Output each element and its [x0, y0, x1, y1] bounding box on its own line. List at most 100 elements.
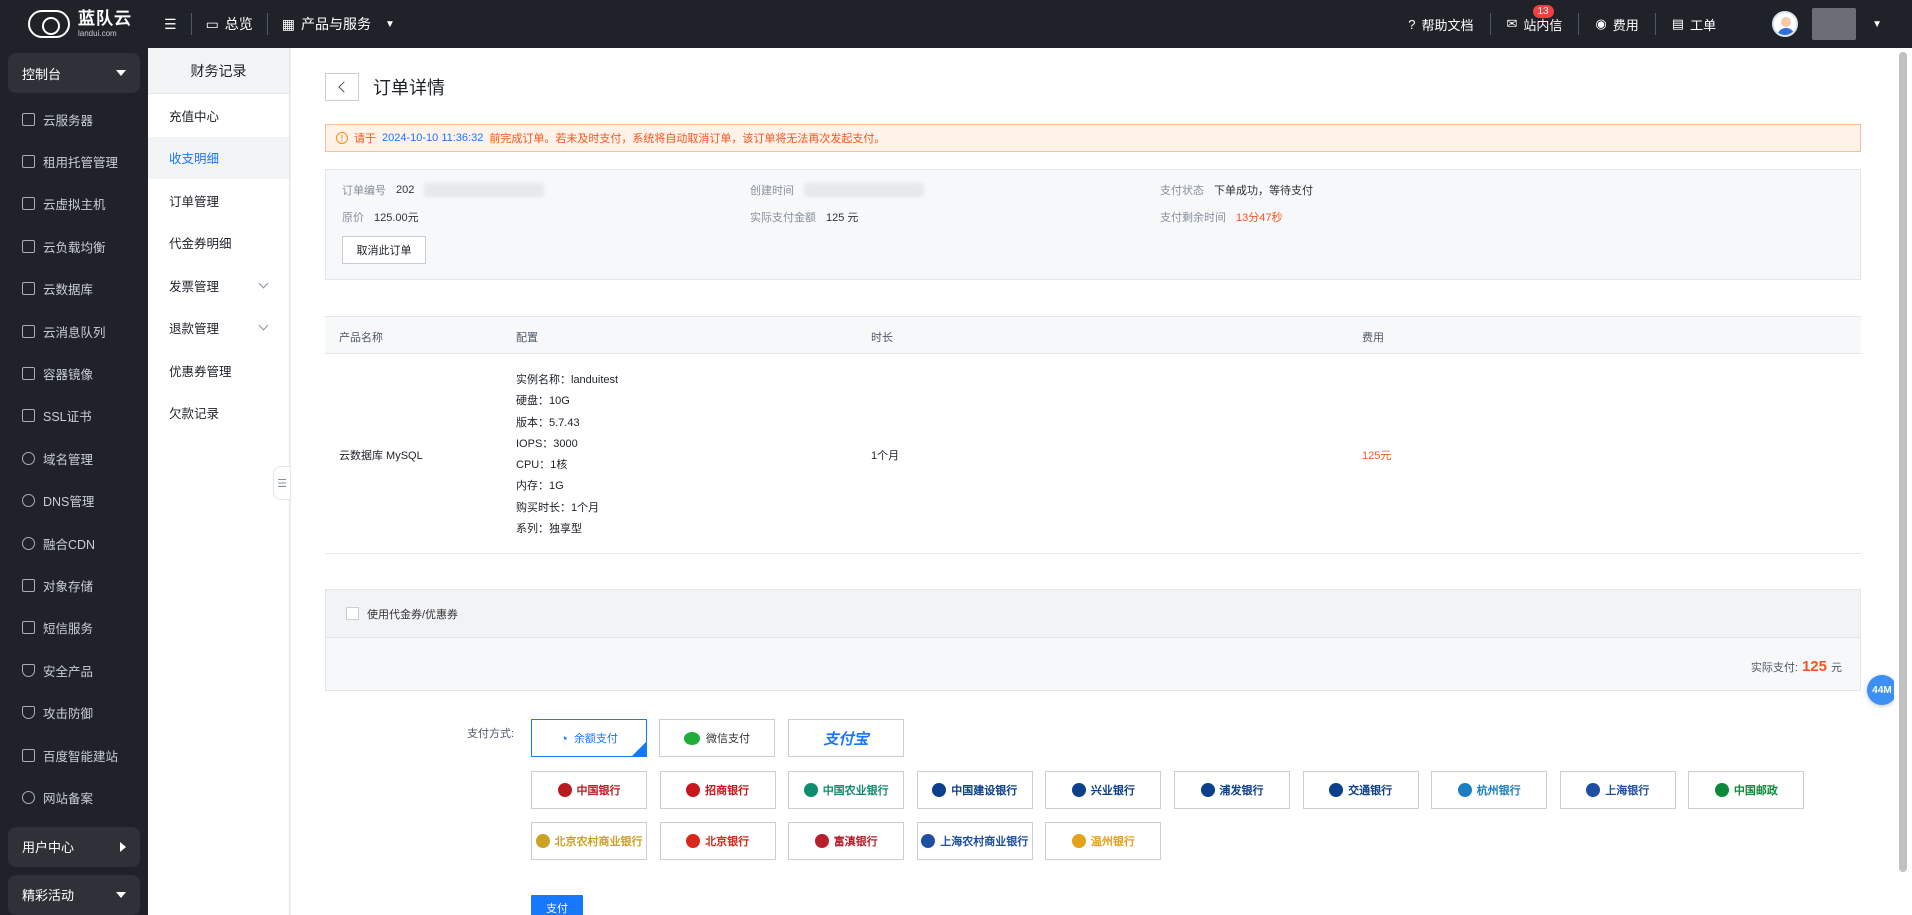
subnav-item-orders[interactable]: 订单管理 [148, 179, 289, 222]
bank-option[interactable]: 温州银行 [1045, 822, 1162, 860]
bank-option[interactable]: 浦发银行 [1174, 771, 1290, 809]
bank-option[interactable]: 上海农村商业银行 [916, 822, 1033, 860]
subnav-item-arrears[interactable]: 欠款记录 [148, 392, 289, 435]
bank-option[interactable]: 杭州银行 [1431, 771, 1548, 809]
coupon-checkbox[interactable] [346, 607, 359, 620]
sidebar-item[interactable]: 短信服务 [0, 607, 148, 649]
bank-name: 交通银行 [1348, 785, 1393, 797]
bank-option[interactable]: 中国建设银行 [916, 771, 1033, 809]
collapse-subnav-button[interactable]: ☰ [273, 466, 291, 500]
subnav-item-vouchers[interactable]: 代金券明细 [148, 222, 289, 265]
config-line: 内存：1G [516, 480, 564, 493]
messages-link[interactable]: ✉ 站内信 13 [1491, 4, 1579, 34]
subnav-item-transactions[interactable]: 收支明细 [148, 136, 289, 179]
sidebar-item[interactable]: 域名管理 [0, 437, 148, 479]
scrollbar-thumb[interactable] [1899, 52, 1907, 872]
sidebar-item[interactable]: SSL证书 [0, 395, 148, 437]
remaining-time-field: 支付剩余时间 13分47秒 [1160, 209, 1282, 225]
bank-option[interactable]: 北京银行 [659, 822, 776, 860]
bank-option[interactable]: 中国农业银行 [788, 771, 905, 809]
sidebar-item-label: 对象存储 [43, 579, 94, 594]
pay-balance-option[interactable]: ◔ 余额支付 [531, 719, 647, 757]
brand-domain: landui.com [78, 29, 117, 38]
sidebar-item[interactable]: 攻击防御 [0, 691, 148, 733]
bank-option[interactable]: 中国邮政 [1688, 771, 1805, 809]
caret-down-icon: ▼ [1872, 18, 1882, 30]
menu-toggle-button[interactable]: ☰ [150, 0, 191, 48]
bank-option[interactable]: 北京农村商业银行 [531, 822, 647, 860]
bank-option[interactable]: 交通银行 [1302, 771, 1419, 809]
caret-down-icon [116, 891, 126, 898]
subnav-item-refunds[interactable]: 退款管理 [148, 307, 289, 350]
chevron-left-icon [337, 81, 350, 93]
tickets-link[interactable]: ▤ 工单 [1656, 15, 1732, 34]
caret-down-icon: ▼ [385, 18, 395, 30]
sidebar-item[interactable]: 安全产品 [0, 649, 148, 691]
sidebar-item[interactable]: 容器镜像 [0, 352, 148, 394]
bank-option[interactable]: 招商银行 [659, 771, 776, 809]
sidebar-item-label: 云负载均衡 [43, 240, 106, 255]
bank-option[interactable]: 中国银行 [531, 771, 647, 809]
back-button[interactable] [325, 73, 359, 101]
config-line: IOPS：3000 [516, 437, 578, 450]
bank-name: 中国邮政 [1733, 785, 1778, 797]
sidebar-item[interactable]: 对象存储 [0, 564, 148, 606]
activities-menu[interactable]: 精彩活动 [8, 874, 140, 915]
avatar [1772, 11, 1799, 37]
storage-icon [22, 578, 35, 592]
help-docs-link[interactable]: ? 帮助文档 [1392, 15, 1489, 34]
notice-prefix: 请于 [354, 133, 376, 145]
column-header: 配置 [516, 332, 538, 344]
order-items-table: 产品名称 配置 时长 费用 云数据库 MySQL 实例名称：landuitest… [325, 316, 1861, 554]
pay-wechat-option[interactable]: 微信支付 [659, 719, 775, 757]
sidebar-item[interactable]: 融合CDN [0, 522, 148, 564]
cancel-order-button[interactable]: 取消此订单 [342, 236, 426, 264]
menu-icon: ☰ [164, 15, 177, 32]
sidebar-item[interactable]: 百度智能建站 [0, 734, 148, 776]
cube-icon [22, 197, 35, 211]
subnav-item-recharge[interactable]: 充值中心 [148, 94, 289, 137]
server-icon [22, 112, 35, 126]
sidebar-item[interactable]: 网站备案 [0, 776, 148, 818]
sidebar-item[interactable]: 云负载均衡 [0, 225, 148, 267]
sidebar-item[interactable]: 云数据库 [0, 268, 148, 310]
sidebar-item[interactable]: 租用托管管理 [0, 140, 148, 182]
original-price-value: 125.00元 [374, 212, 419, 224]
subnav-item-invoices[interactable]: 发票管理 [148, 264, 289, 307]
bank-option[interactable]: 兴业银行 [1045, 771, 1162, 809]
subnav-item-label: 充值中心 [169, 109, 220, 124]
sidebar-item[interactable]: 云服务器 [0, 98, 148, 140]
user-center-menu[interactable]: 用户中心 [8, 826, 140, 867]
payment-deadline-notice: ! 请于 2024-10-10 11:36:32 前完成订单。若未及时支付，系统… [325, 124, 1861, 152]
activities-label: 精彩活动 [22, 888, 75, 904]
table-row: 云数据库 MySQL 实例名称：landuitest 硬盘：10G 版本：5.7… [325, 354, 1861, 554]
payment-method-label: 微信支付 [706, 733, 750, 745]
load-balancer-icon [22, 239, 35, 253]
overview-link[interactable]: ▭ 总览 [192, 0, 267, 48]
pay-alipay-option[interactable]: 支付宝 [788, 719, 904, 757]
pay-button[interactable]: 支付 [531, 895, 583, 915]
main-content: 订单详情 ! 请于 2024-10-10 11:36:32 前完成订单。若未及时… [291, 48, 1894, 915]
sidebar-item-label: 域名管理 [43, 452, 94, 467]
sidebar-item[interactable]: DNS管理 [0, 480, 148, 522]
bank-option[interactable]: 上海银行 [1559, 771, 1676, 809]
subnav-title: 财务记录 [148, 48, 289, 94]
coin-icon: ◉ [1595, 16, 1607, 31]
notice-suffix: 前完成订单。若未及时支付，系统将自动取消订单，该订单将无法再次发起支付。 [489, 133, 886, 145]
order-info-panel: 订单编号 202 创建时间 支付状态 下单成功，等待支付 原价 125.00元 实际支… [325, 169, 1861, 280]
sidebar-item[interactable]: 云消息队列 [0, 310, 148, 352]
bank-option[interactable]: 富滇银行 [788, 822, 905, 860]
chevron-down-icon [258, 320, 269, 331]
user-menu[interactable]: ▼ [1756, 8, 1912, 40]
coupon-option[interactable]: 使用代金券/优惠券 [326, 590, 1860, 638]
billing-link[interactable]: ◉ 费用 [1579, 15, 1654, 34]
console-menu[interactable]: 控制台 [8, 53, 140, 93]
subnav-item-coupons[interactable]: 优惠券管理 [148, 349, 289, 392]
sidebar-item[interactable]: 云虚拟主机 [0, 183, 148, 225]
alipay-logo: 支付宝 [823, 730, 869, 748]
brand-logo[interactable]: 蓝队云 landui.com [0, 0, 150, 48]
floating-speed-badge[interactable]: 44M [1867, 675, 1897, 705]
products-menu[interactable]: ▦ 产品与服务 ▼ [268, 0, 409, 48]
scrollbar[interactable] [1894, 48, 1912, 915]
bank-name: 浦发银行 [1219, 785, 1264, 797]
